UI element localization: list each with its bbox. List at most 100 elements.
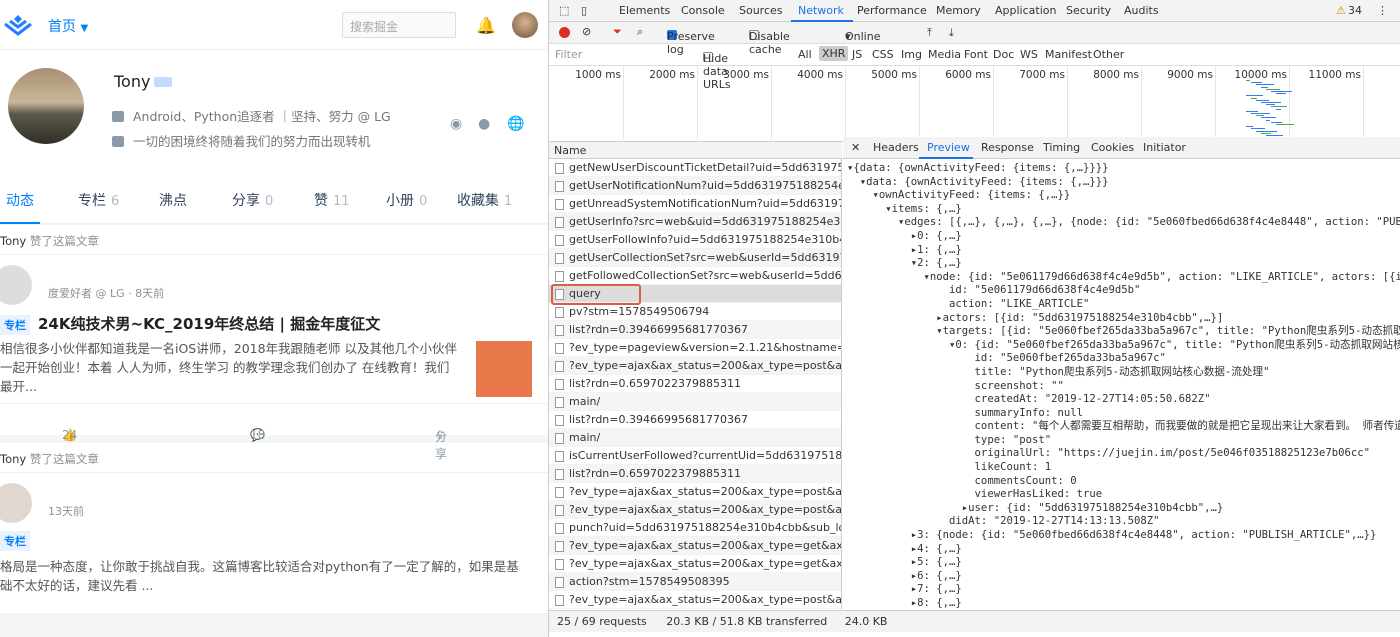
tab-preview[interactable]: Preview [927, 141, 970, 154]
tab-network[interactable]: Network [798, 4, 844, 17]
article-thumbnail[interactable] [476, 341, 532, 397]
request-row[interactable]: punch?uid=5dd631975188254e310b4cbb&sub_l… [549, 519, 841, 537]
json-line[interactable]: ▾data: {ownActivityFeed: {items: {,…}}} [847, 176, 1400, 190]
json-line[interactable]: title: "Python爬虫系列5-动态抓取网站核心数据-流处理" [847, 366, 1400, 380]
request-row[interactable]: ?ev_type=ajax&ax_status=200&ax_type=get&… [549, 537, 841, 555]
json-line[interactable]: action: "LIKE_ARTICLE" [847, 298, 1400, 312]
article-title[interactable]: 专栏 24K纯技术男~KC_2019年终总结 | 掘金年度征文 [0, 313, 380, 335]
record-icon[interactable] [559, 27, 570, 38]
filter-all[interactable]: All [798, 48, 812, 61]
request-row[interactable]: main/ [549, 393, 841, 411]
json-line[interactable]: ▸7: {,…} [847, 583, 1400, 597]
json-line[interactable]: ▸user: {id: "5dd631975188254e310b4cbb",…… [847, 502, 1400, 516]
more-icon[interactable]: ⋮ [1377, 4, 1388, 17]
name-column-header[interactable]: Name [549, 142, 842, 159]
export-icon[interactable]: ⤓ [949, 26, 954, 40]
warning-icon[interactable]: ⚠ [1336, 4, 1346, 17]
filter-media[interactable]: Media [928, 48, 961, 61]
request-row[interactable]: getFollowedCollectionSet?src=web&userId=… [549, 267, 841, 285]
json-line[interactable]: ▾0: {id: "5e060fbef265da33ba5a967c", tit… [847, 339, 1400, 353]
tab-share[interactable]: 分享 0 [232, 190, 273, 210]
request-row[interactable]: action?stm=1578549508395 [549, 573, 841, 591]
tab-console[interactable]: Console [681, 4, 725, 17]
request-row[interactable]: getUserCollectionSet?src=web&userId=5dd6… [549, 249, 841, 267]
request-row[interactable]: getUnreadSystemNotificationNum?uid=5dd63… [549, 195, 841, 213]
device-toggle-icon[interactable]: ▯ [581, 4, 587, 17]
json-line[interactable]: viewerHasLiked: true [847, 488, 1400, 502]
json-line[interactable]: ▾items: {,…} [847, 203, 1400, 217]
filter-font[interactable]: Font [964, 48, 988, 61]
json-line[interactable]: ▸6: {,…} [847, 570, 1400, 584]
juejin-logo-icon[interactable] [2, 12, 34, 38]
request-row[interactable]: ?ev_type=ajax&ax_status=200&ax_type=get&… [549, 555, 841, 573]
bell-icon[interactable]: 🔔 [476, 16, 496, 35]
json-line[interactable]: ▸5: {,…} [847, 556, 1400, 570]
json-line[interactable]: originalUrl: "https://juejin.im/post/5e0… [847, 447, 1400, 461]
tab-security[interactable]: Security [1066, 4, 1111, 17]
request-row[interactable]: ?ev_type=ajax&ax_status=200&ax_type=post… [549, 591, 841, 609]
json-line[interactable]: createdAt: "2019-12-27T14:05:50.682Z" [847, 393, 1400, 407]
close-detail-icon[interactable]: ✕ [851, 141, 860, 154]
tab-application[interactable]: Application [995, 4, 1056, 17]
tab-cookies[interactable]: Cookies [1091, 141, 1134, 154]
clear-icon[interactable]: ⊘ [582, 25, 591, 38]
json-line[interactable]: ▸0: {,…} [847, 230, 1400, 244]
tab-booklets[interactable]: 小册 0 [386, 190, 427, 210]
article-card[interactable]: 度爱好者 @ LG · 8天前 专栏 24K纯技术男~KC_2019年终总结 | … [0, 255, 548, 403]
filter-doc[interactable]: Doc [993, 48, 1014, 61]
json-line[interactable]: screenshot: "" [847, 380, 1400, 394]
json-line[interactable]: ▸1: {,…} [847, 244, 1400, 258]
request-row[interactable]: list?rdn=0.39466995681770367 [549, 321, 841, 339]
user-avatar[interactable] [512, 12, 538, 38]
request-row[interactable]: ?ev_type=ajax&ax_status=200&ax_type=post… [549, 357, 841, 375]
json-line[interactable]: ▾targets: [{id: "5e060fbef265da33ba5a967… [847, 325, 1400, 339]
tab-audits[interactable]: Audits [1124, 4, 1159, 17]
filter-js[interactable]: JS [852, 48, 862, 61]
json-line[interactable]: ▾{data: {ownActivityFeed: {items: {,…}}}… [847, 162, 1400, 176]
globe-icon[interactable]: 🌐 [507, 116, 524, 132]
article-card[interactable]: 13天前 专栏 格局是一种态度，让你敢于挑战自我。这篇博客比较适合对python… [0, 473, 548, 613]
tab-likes[interactable]: 赞 11 [314, 190, 350, 210]
json-line[interactable]: ▸3: {node: {id: "5e060fbed66d638f4c4e844… [847, 529, 1400, 543]
home-dropdown[interactable]: 首页 ▼ [48, 16, 88, 36]
json-line[interactable]: ▸4: {,…} [847, 543, 1400, 557]
json-line[interactable]: ▾edges: [{,…}, {,…}, {,…}, {node: {id: "… [847, 216, 1400, 230]
tab-activity[interactable]: 动态 [6, 190, 34, 210]
tab-response[interactable]: Response [981, 141, 1034, 154]
tab-performance[interactable]: Performance [857, 4, 927, 17]
request-row[interactable]: list?rdn=0.39466995681770367 [549, 411, 841, 429]
filter-other[interactable]: Other [1093, 48, 1124, 61]
request-row[interactable]: isCurrentUserFollowed?currentUid=5dd6319… [549, 447, 841, 465]
search-icon[interactable]: ⌕ [637, 25, 643, 39]
filter-xhr[interactable]: XHR [819, 46, 849, 61]
json-line[interactable]: commentsCount: 0 [847, 475, 1400, 489]
request-row[interactable]: main/ [549, 429, 841, 447]
request-row[interactable]: getUserNotificationNum?uid=5dd6319751882… [549, 177, 841, 195]
inspect-icon[interactable]: ⬚ [559, 4, 569, 17]
tab-initiator[interactable]: Initiator [1143, 141, 1186, 154]
author-avatar[interactable] [0, 483, 32, 523]
filter-manifest[interactable]: Manifest [1045, 48, 1092, 61]
request-row[interactable]: pv?stm=1578549506794 [549, 303, 841, 321]
json-line[interactable]: type: "post" [847, 434, 1400, 448]
request-row[interactable]: list?rdn=0.6597022379885311 [549, 375, 841, 393]
author-avatar[interactable] [0, 265, 32, 305]
tab-collections[interactable]: 收藏集 1 [457, 190, 512, 210]
json-line[interactable]: ▸8: {,…} [847, 597, 1400, 608]
tab-headers[interactable]: Headers [873, 141, 919, 154]
request-row[interactable]: getUserInfo?src=web&uid=5dd631975188254e… [549, 213, 841, 231]
json-line[interactable]: ▾ownActivityFeed: {items: {,…}} [847, 189, 1400, 203]
json-line[interactable]: id: "5e060fbef265da33ba5a967c" [847, 352, 1400, 366]
network-overview-timeline[interactable]: 1000 ms 2000 ms 3000 ms 4000 ms 5000 ms 6000 … [549, 66, 1400, 142]
activity-user[interactable]: Tony [0, 452, 26, 466]
tab-column[interactable]: 专栏 6 [78, 190, 119, 210]
request-row[interactable]: getUserFollowInfo?uid=5dd631975188254e31… [549, 231, 841, 249]
search-input[interactable]: 搜索掘金 [342, 12, 456, 38]
tab-elements[interactable]: Elements [619, 4, 670, 17]
filter-ws[interactable]: WS [1020, 48, 1038, 61]
request-row[interactable]: ?ev_type=ajax&ax_status=200&ax_type=post… [549, 501, 841, 519]
filter-icon[interactable]: ⏷ [613, 25, 622, 39]
weibo-icon[interactable]: ◉ [450, 116, 462, 132]
request-row[interactable]: list?rdn=0.6597022379885311 [549, 465, 841, 483]
github-icon[interactable]: ● [478, 116, 490, 132]
